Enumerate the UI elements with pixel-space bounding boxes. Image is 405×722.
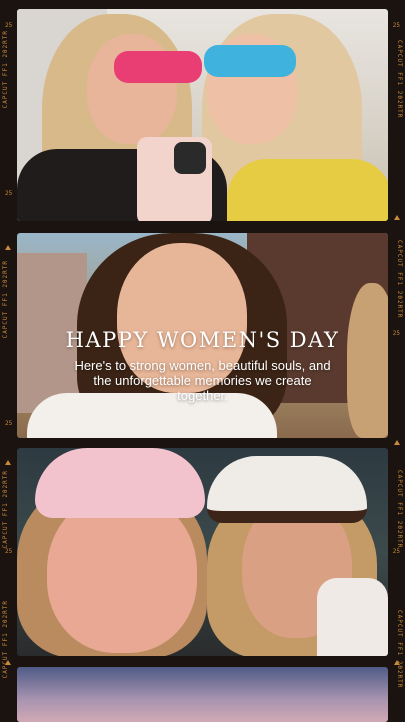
sprocket-tick-icon bbox=[5, 245, 11, 250]
film-edge-text-left-4: CAPCUT FF1 202RTR bbox=[2, 600, 9, 679]
frame-number: 25 bbox=[392, 548, 400, 555]
white-top bbox=[317, 578, 388, 656]
frame-number: 25 bbox=[5, 420, 13, 427]
pink-goggles-icon bbox=[114, 51, 202, 83]
film-strip: CAPCUT FF1 202RTR CAPCUT FF1 202RTR CAPC… bbox=[0, 0, 405, 722]
photo-frame-1 bbox=[17, 9, 388, 221]
sprocket-tick-icon bbox=[394, 215, 400, 220]
photo-frame-4 bbox=[17, 667, 388, 722]
pink-cap-icon bbox=[35, 448, 205, 518]
yellow-top bbox=[227, 159, 388, 221]
frame-number: 25 bbox=[5, 190, 13, 197]
camera-lens-icon bbox=[174, 142, 206, 174]
frame-number: 25 bbox=[392, 22, 400, 29]
overlay-title: HAPPY WOMEN'S DAY bbox=[65, 328, 340, 352]
film-edge-text-right-4: CAPCUT FF1 202RTR bbox=[396, 610, 403, 689]
film-edge-text-right-3: CAPCUT FF1 202RTR bbox=[396, 470, 403, 549]
frame-number: 25 bbox=[5, 22, 13, 29]
film-edge-text-left-1: CAPCUT FF1 202RTR bbox=[2, 30, 9, 109]
sprocket-tick-icon bbox=[394, 440, 400, 445]
overlay-subtitle: Here's to strong women, beautiful souls,… bbox=[74, 358, 331, 403]
film-edge-text-right-2: CAPCUT FF1 202RTR bbox=[396, 240, 403, 319]
film-edge-text-left-2: CAPCUT FF1 202RTR bbox=[2, 260, 9, 339]
photo-frame-3 bbox=[17, 448, 388, 656]
film-edge-text-left-3: CAPCUT FF1 202RTR bbox=[2, 470, 9, 549]
film-edge-text-right-1: CAPCUT FF1 202RTR bbox=[396, 40, 403, 119]
blue-goggles-icon bbox=[204, 45, 296, 77]
sprocket-tick-icon bbox=[5, 660, 11, 665]
sprocket-tick-icon bbox=[5, 460, 11, 465]
hair-side bbox=[347, 283, 388, 438]
trucker-cap-icon bbox=[207, 456, 367, 523]
sprocket-tick-icon bbox=[394, 660, 400, 665]
frame-number: 25 bbox=[5, 548, 13, 555]
